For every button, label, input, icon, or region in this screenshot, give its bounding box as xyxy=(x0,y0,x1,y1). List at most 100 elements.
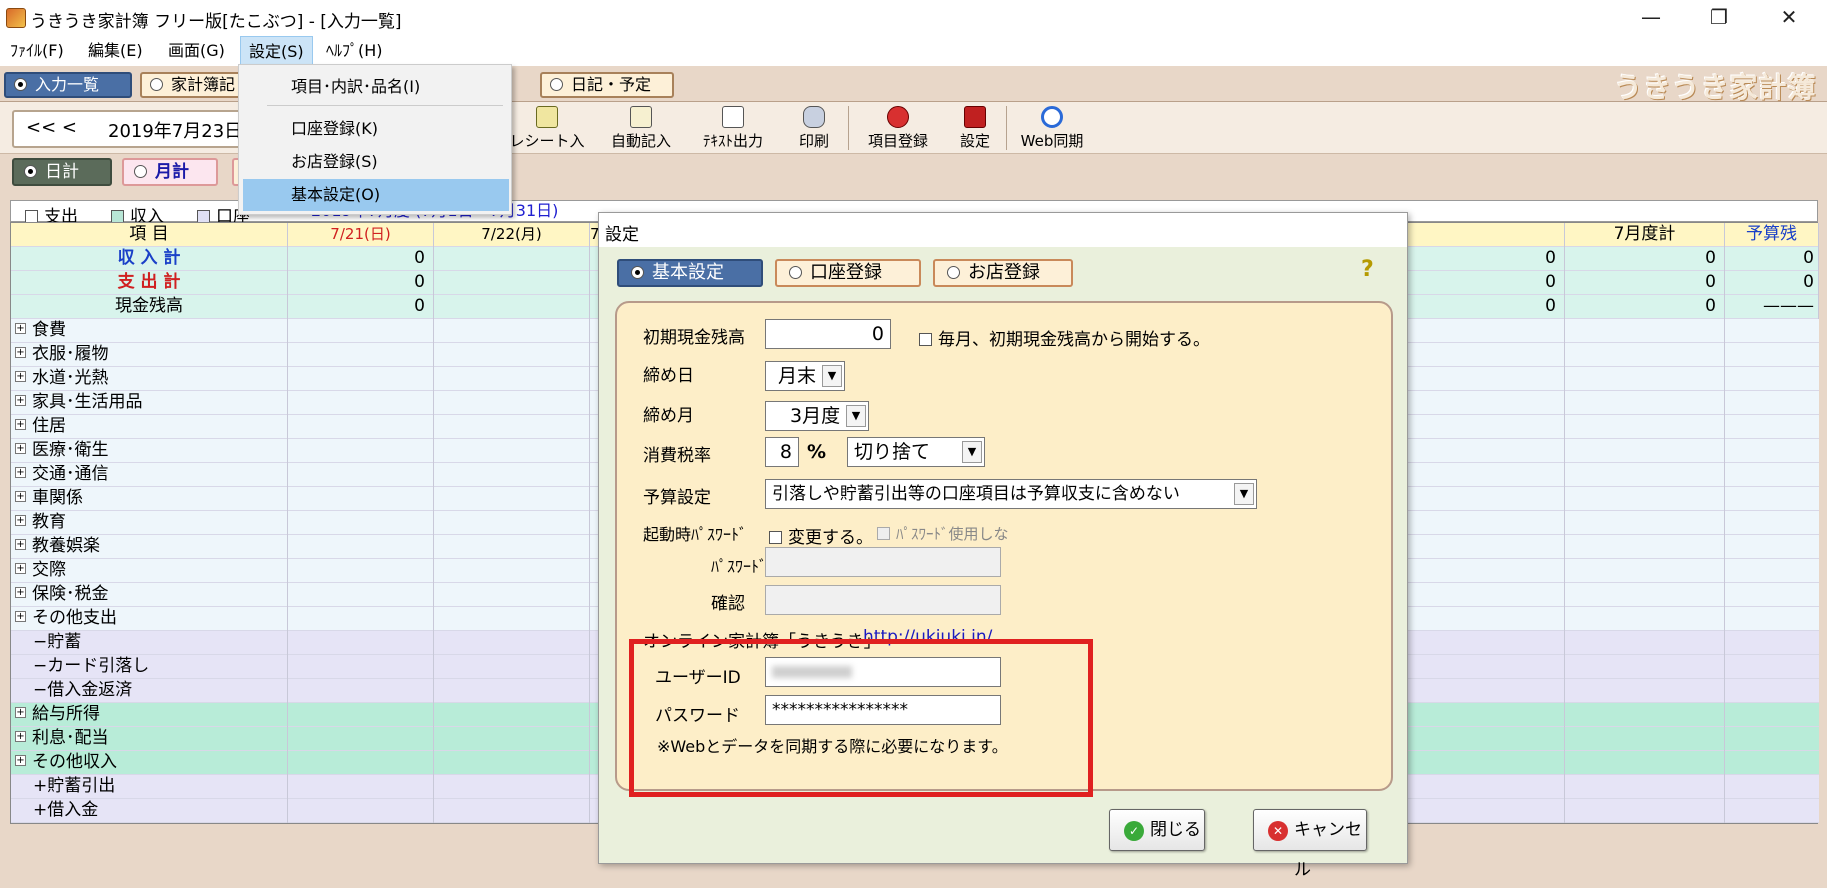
auto-fill-button[interactable]: 自動記入 xyxy=(604,106,678,151)
menu-item-basic-settings[interactable]: 基本設定(O) xyxy=(243,179,509,211)
expand-icon[interactable]: + xyxy=(15,370,26,382)
value-cell[interactable] xyxy=(1405,367,1565,391)
value-cell[interactable] xyxy=(1405,775,1565,799)
value-cell[interactable] xyxy=(288,655,434,679)
close-window-button[interactable]: ✕ xyxy=(1758,0,1820,34)
value-cell[interactable] xyxy=(434,415,590,439)
value-cell[interactable] xyxy=(1565,559,1725,583)
menu-settings[interactable]: 設定(S) xyxy=(240,36,313,66)
expand-icon[interactable]: + xyxy=(15,346,26,358)
value-cell[interactable] xyxy=(434,751,590,775)
value-cell[interactable] xyxy=(1405,751,1565,775)
value-cell[interactable] xyxy=(1565,439,1725,463)
monthly-view-button[interactable]: 月計 xyxy=(122,158,218,186)
help-icon[interactable]: ? xyxy=(1361,257,1383,283)
value-cell[interactable] xyxy=(288,463,434,487)
rounding-select[interactable]: 切り捨て ▼ xyxy=(847,437,985,467)
expand-icon[interactable]: + xyxy=(15,586,26,598)
expand-icon[interactable]: + xyxy=(15,418,26,430)
value-cell[interactable] xyxy=(288,415,434,439)
value-cell[interactable] xyxy=(1405,391,1565,415)
change-password-checkbox[interactable]: 変更する。 xyxy=(769,523,873,548)
value-cell[interactable] xyxy=(434,775,590,799)
value-cell[interactable] xyxy=(1405,343,1565,367)
tab-diary[interactable]: 日記・予定 xyxy=(540,72,674,98)
value-cell[interactable] xyxy=(434,559,590,583)
menu-item-accounts[interactable]: 口座登録(K) xyxy=(239,113,511,145)
value-cell[interactable] xyxy=(1405,631,1565,655)
value-cell[interactable] xyxy=(1405,487,1565,511)
value-cell[interactable] xyxy=(1565,703,1725,727)
value-cell[interactable] xyxy=(1405,799,1565,823)
value-cell[interactable] xyxy=(1405,583,1565,607)
value-cell[interactable] xyxy=(1565,535,1725,559)
value-cell[interactable] xyxy=(1405,511,1565,535)
settings-button[interactable]: 設定 xyxy=(952,106,998,151)
value-cell[interactable] xyxy=(434,631,590,655)
value-cell[interactable] xyxy=(1565,367,1725,391)
value-cell[interactable] xyxy=(434,343,590,367)
value-cell[interactable] xyxy=(288,535,434,559)
value-cell[interactable] xyxy=(434,439,590,463)
expand-icon[interactable]: + xyxy=(15,538,26,550)
value-cell[interactable] xyxy=(1405,607,1565,631)
date-prev-buttons[interactable]: << < xyxy=(26,117,77,138)
value-cell[interactable] xyxy=(288,487,434,511)
expand-icon[interactable]: + xyxy=(15,730,26,742)
text-export-button[interactable]: ﾃｷｽﾄ出力 xyxy=(692,106,774,151)
value-cell[interactable] xyxy=(434,727,590,751)
value-cell[interactable] xyxy=(1565,607,1725,631)
value-cell[interactable] xyxy=(288,439,434,463)
expand-icon[interactable]: + xyxy=(15,514,26,526)
value-cell[interactable] xyxy=(434,535,590,559)
value-cell[interactable] xyxy=(288,391,434,415)
value-cell[interactable] xyxy=(1565,319,1725,343)
menu-file[interactable]: ﾌｧｲﾙ(F) xyxy=(2,36,72,66)
value-cell[interactable] xyxy=(1565,487,1725,511)
expand-icon[interactable]: + xyxy=(15,466,26,478)
value-cell[interactable] xyxy=(1405,319,1565,343)
value-cell[interactable] xyxy=(1405,463,1565,487)
expand-icon[interactable]: + xyxy=(15,490,26,502)
expand-icon[interactable]: + xyxy=(15,394,26,406)
value-cell[interactable] xyxy=(434,607,590,631)
value-cell[interactable] xyxy=(1405,679,1565,703)
close-dialog-button[interactable]: ✓ 閉じる xyxy=(1109,809,1205,851)
value-cell[interactable] xyxy=(434,391,590,415)
value-cell[interactable] xyxy=(434,679,590,703)
initial-cash-input[interactable]: 0 xyxy=(765,319,891,349)
value-cell[interactable] xyxy=(1565,775,1725,799)
value-cell[interactable] xyxy=(288,751,434,775)
value-cell[interactable] xyxy=(1565,631,1725,655)
value-cell[interactable] xyxy=(1565,583,1725,607)
menu-edit[interactable]: 編集(E) xyxy=(80,36,151,66)
value-cell[interactable] xyxy=(288,727,434,751)
value-cell[interactable] xyxy=(288,559,434,583)
value-cell[interactable] xyxy=(434,583,590,607)
value-cell[interactable] xyxy=(288,583,434,607)
value-cell[interactable] xyxy=(288,343,434,367)
value-cell[interactable] xyxy=(1565,679,1725,703)
expand-icon[interactable]: + xyxy=(15,322,26,334)
expand-icon[interactable]: + xyxy=(15,442,26,454)
value-cell[interactable] xyxy=(1565,463,1725,487)
item-register-button[interactable]: 項目登録 xyxy=(858,106,938,151)
value-cell[interactable] xyxy=(1405,439,1565,463)
value-cell[interactable] xyxy=(434,655,590,679)
value-cell[interactable] xyxy=(1405,703,1565,727)
value-cell[interactable] xyxy=(1565,343,1725,367)
value-cell[interactable] xyxy=(1405,727,1565,751)
value-cell[interactable] xyxy=(288,775,434,799)
value-cell[interactable] xyxy=(1565,751,1725,775)
value-cell[interactable] xyxy=(1565,391,1725,415)
menu-help[interactable]: ﾍﾙﾌﾟ(H) xyxy=(318,36,391,66)
value-cell[interactable] xyxy=(434,367,590,391)
monthly-reset-checkbox[interactable]: 毎月、初期現金残高から開始する。 xyxy=(919,325,1210,350)
daily-view-button[interactable]: 日計 xyxy=(12,158,112,186)
dialog-tab-shops[interactable]: お店登録 xyxy=(933,259,1073,287)
value-cell[interactable] xyxy=(1405,559,1565,583)
closing-day-select[interactable]: 月末 ▼ xyxy=(765,361,845,391)
web-sync-button[interactable]: Web同期 xyxy=(1014,106,1090,151)
menu-item-items[interactable]: 項目･内訳･品名(I) xyxy=(239,71,511,103)
value-cell[interactable] xyxy=(288,631,434,655)
